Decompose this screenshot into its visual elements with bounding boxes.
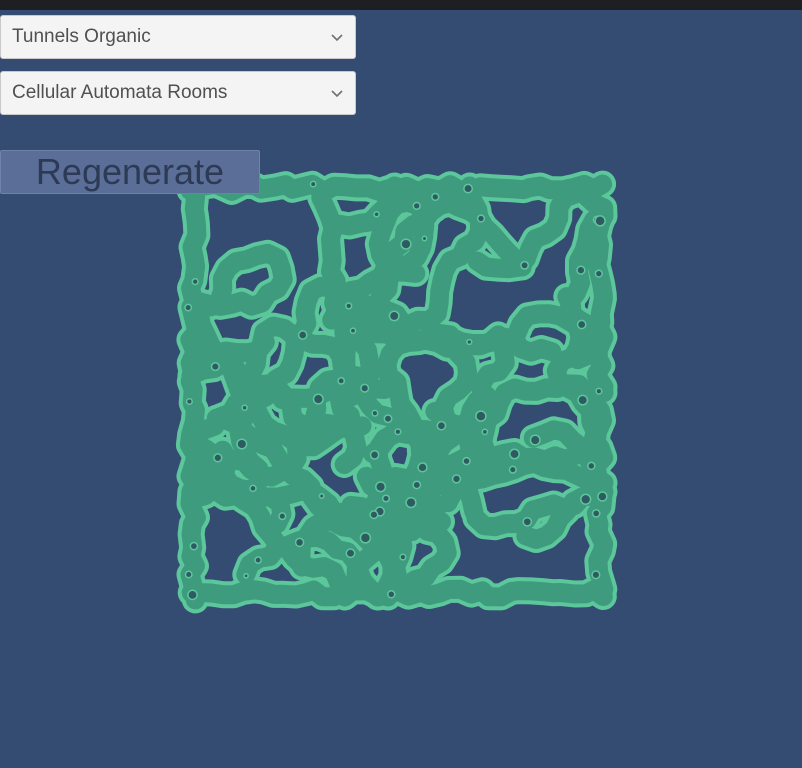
rock-pocket <box>249 484 257 493</box>
rock-pocket <box>577 394 589 406</box>
rock-pocket <box>191 277 199 286</box>
rock-pocket <box>383 414 393 424</box>
rock-pocket <box>412 201 421 211</box>
rock-pocket <box>466 338 473 346</box>
rock-pocket <box>187 589 198 601</box>
rock-pocket <box>213 453 223 463</box>
game-viewport: Tunnels Organic Cellular Automata Rooms … <box>0 0 802 768</box>
rock-pocket <box>241 404 248 411</box>
tunnel-floor <box>181 579 613 607</box>
rock-pocket <box>381 494 391 503</box>
rock-pocket <box>520 260 530 270</box>
rock-pocket <box>529 434 541 446</box>
rock-pocket <box>294 537 305 548</box>
rock-pocket <box>405 496 417 509</box>
rock-pocket <box>436 420 447 431</box>
rock-pocket <box>210 362 220 372</box>
chevron-down-icon <box>319 89 355 98</box>
chevron-down-icon <box>319 33 355 42</box>
rock-pocket <box>345 548 356 559</box>
rock-pocket <box>387 590 396 599</box>
rock-pocket <box>309 180 317 188</box>
rock-pocket <box>297 330 308 340</box>
rock-pocket <box>359 532 372 544</box>
rock-pocket <box>462 456 471 466</box>
rock-pocket <box>371 409 379 417</box>
rock-pocket <box>595 387 603 395</box>
rock-pocket <box>412 480 422 490</box>
rock-pocket <box>421 235 428 242</box>
rock-pocket <box>431 192 440 202</box>
regenerate-button[interactable]: Regenerate <box>0 150 260 194</box>
rock-pocket <box>184 570 193 579</box>
rock-pocket <box>580 493 592 505</box>
generator-type-dropdown[interactable]: Tunnels Organic <box>0 15 356 59</box>
rock-pocket <box>597 491 608 502</box>
rock-pocket <box>394 428 402 436</box>
rock-pocket <box>594 269 603 278</box>
rock-pocket <box>591 509 601 518</box>
rock-pocket <box>576 265 586 275</box>
rock-pocket <box>388 310 400 322</box>
rock-pocket <box>476 214 486 223</box>
rock-pocket <box>184 303 193 312</box>
rock-pocket <box>369 450 380 460</box>
rock-pocket <box>594 215 606 227</box>
rock-pocket <box>587 461 596 471</box>
rock-pocket <box>508 465 517 474</box>
rock-pocket <box>278 512 287 521</box>
rock-pocket <box>373 211 380 218</box>
generator-type-value: Tunnels Organic <box>12 26 151 47</box>
rock-pocket <box>236 438 248 450</box>
rock-pocket <box>349 327 357 335</box>
rock-pocket <box>591 570 601 580</box>
rock-pocket <box>345 302 353 310</box>
rock-pocket <box>312 393 324 405</box>
rock-pocket <box>185 397 193 406</box>
rock-pocket <box>451 474 462 484</box>
rock-pocket <box>509 448 520 460</box>
rock-pocket <box>417 462 428 473</box>
rock-pocket <box>360 383 370 393</box>
rock-pocket <box>189 541 199 551</box>
rock-pocket <box>522 516 533 527</box>
rock-pocket <box>375 481 387 493</box>
rock-pocket <box>481 428 489 436</box>
rock-pocket <box>475 410 487 422</box>
room-type-dropdown[interactable]: Cellular Automata Rooms <box>0 71 356 115</box>
rock-pocket <box>243 572 249 579</box>
rock-pocket <box>318 493 325 499</box>
rock-pocket <box>463 183 474 194</box>
rock-pocket <box>399 553 407 561</box>
tunnel-network <box>175 170 618 614</box>
rock-pocket <box>576 319 587 330</box>
rock-pocket <box>400 238 412 250</box>
rock-pocket <box>254 556 262 564</box>
room-type-value: Cellular Automata Rooms <box>12 82 228 103</box>
rock-pocket <box>337 377 346 385</box>
dungeon-map <box>175 170 618 614</box>
tunnel-floor <box>179 177 207 610</box>
rock-pocket <box>369 510 379 520</box>
